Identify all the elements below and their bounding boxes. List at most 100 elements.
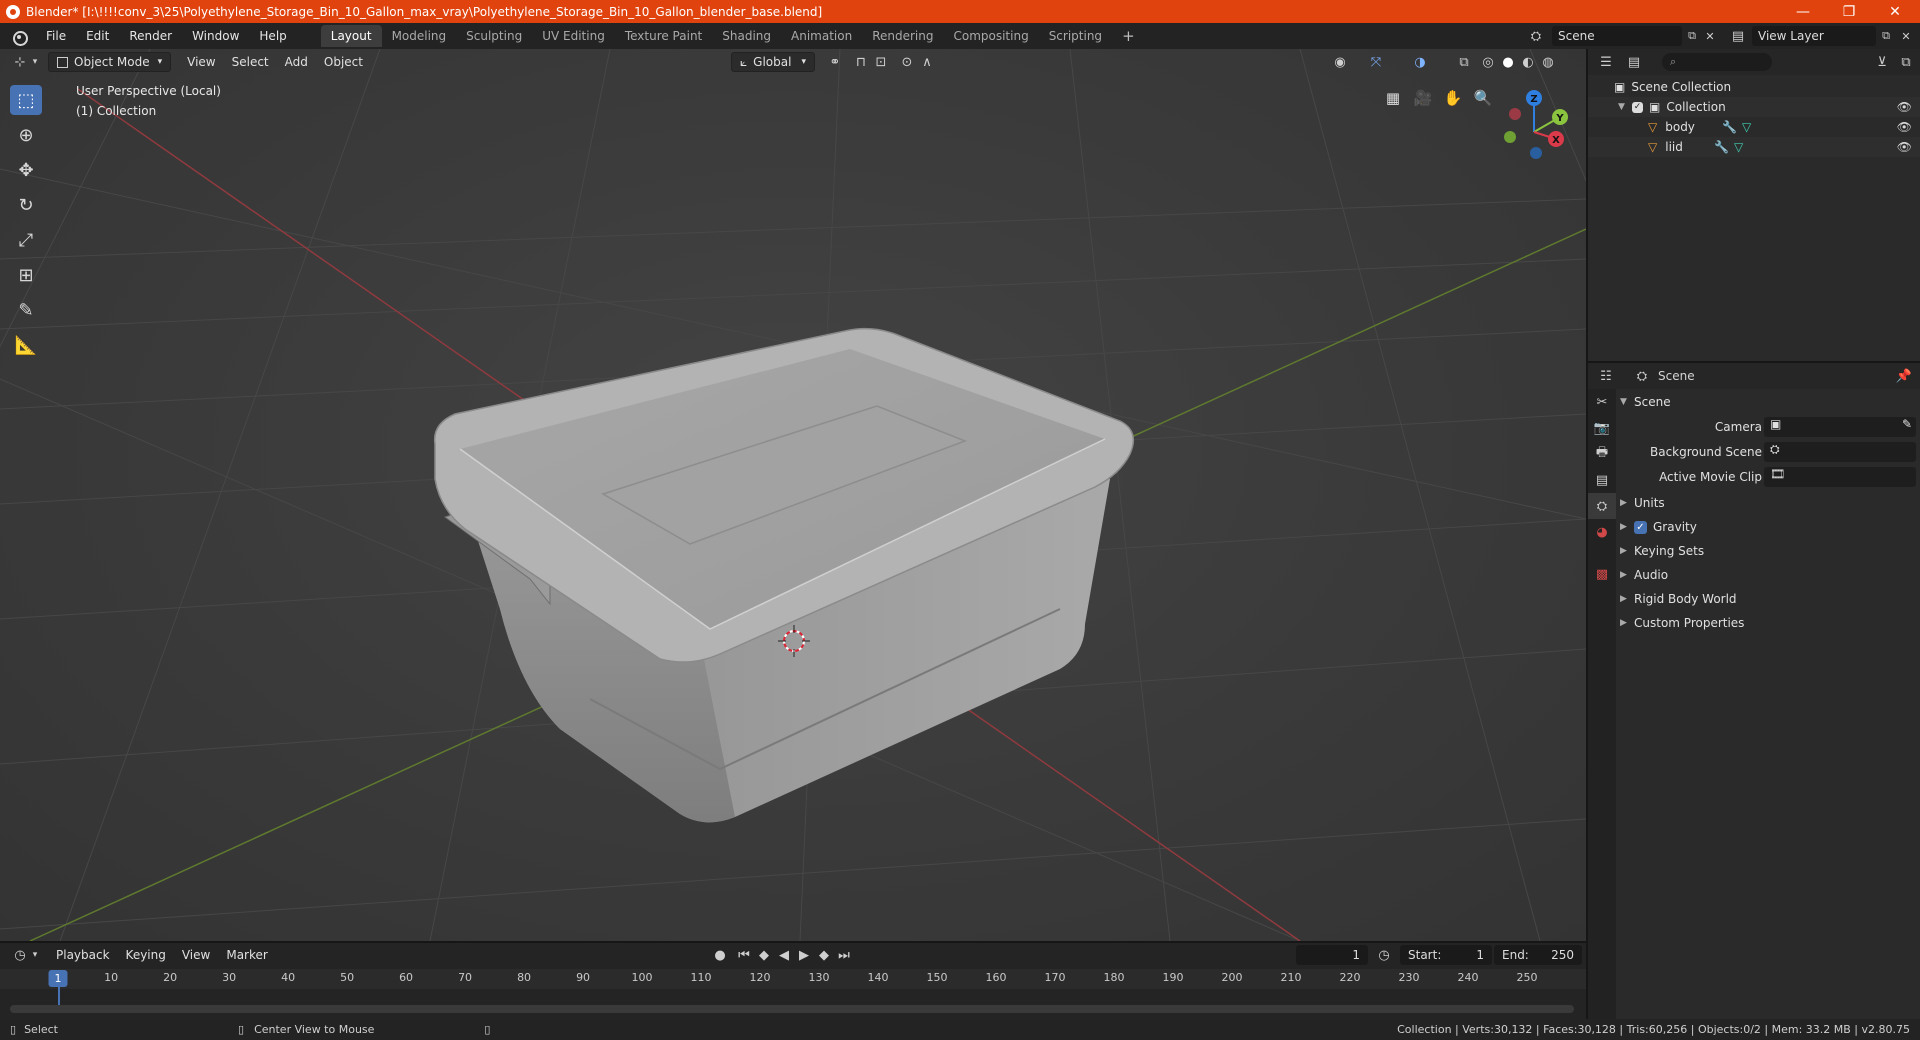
camera-icon[interactable]: 🎥 [1410, 85, 1436, 111]
xray-icon[interactable]: ⧉ [1454, 52, 1474, 72]
modifier-icon[interactable]: 🔧 [1714, 140, 1729, 154]
tab-render[interactable]: 📷 [1588, 415, 1616, 441]
jump-start-icon[interactable]: ⏮ [734, 945, 754, 965]
pivot-point-icon[interactable]: ⚭ [825, 52, 845, 72]
properties-editor-icon[interactable]: ☷ [1596, 366, 1616, 386]
eye-icon[interactable]: 👁 [1897, 140, 1912, 154]
add-workspace-button[interactable]: + [1112, 25, 1145, 47]
menu-edit[interactable]: Edit [76, 23, 119, 49]
tab-sculpting[interactable]: Sculpting [456, 25, 532, 47]
outliner-collection-row[interactable]: ▼ ✓ ▣ Collection 👁 [1588, 97, 1920, 117]
select-box-tool[interactable]: ⬚ [10, 85, 42, 115]
start-frame-field[interactable]: Start: 1 [1400, 945, 1492, 965]
new-view-layer-icon[interactable]: ⧉ [1876, 26, 1896, 46]
mesh-data-icon[interactable]: ▽ [1742, 120, 1751, 134]
scene-selector[interactable]: Scene [1552, 26, 1682, 46]
tab-output[interactable]: 🖶 [1588, 441, 1616, 467]
toggle-camera-view-icon[interactable]: ▦ [1380, 85, 1406, 111]
camera-field[interactable]: ▣ ✎ [1764, 417, 1916, 437]
eye-icon[interactable]: 👁 [1897, 120, 1912, 134]
active-movie-clip-field[interactable]: 🎞 [1764, 467, 1916, 487]
tab-texture-paint[interactable]: Texture Paint [615, 25, 712, 47]
wireframe-shading-icon[interactable]: ◎ [1478, 52, 1498, 72]
menu-object[interactable]: Object [316, 52, 371, 72]
pin-icon[interactable]: 📌 [1894, 366, 1914, 386]
exclude-checkbox[interactable]: ✓ [1632, 101, 1643, 113]
tab-tool[interactable]: ✂ [1588, 389, 1616, 415]
jump-end-icon[interactable]: ⏭ [834, 945, 854, 965]
play-icon[interactable]: ▶ [794, 945, 814, 965]
tab-view-layer[interactable]: ▤ [1588, 467, 1616, 493]
scene-panel-header[interactable]: ▼ Scene [1620, 391, 1918, 413]
next-keyframe-icon[interactable]: ◆ [814, 945, 834, 965]
units-panel-header[interactable]: ▶ Units [1620, 492, 1918, 514]
prev-keyframe-icon[interactable]: ◆ [754, 945, 774, 965]
menu-view[interactable]: View [179, 52, 223, 72]
frame-ruler[interactable]: 1 10 20 30 40 50 60 70 80 90 100 110 120 130 140 150 160… [0, 969, 1586, 1009]
annotate-tool[interactable]: ✎ [10, 295, 42, 325]
tab-compositing[interactable]: Compositing [943, 25, 1038, 47]
current-frame-field[interactable]: 1 [1296, 945, 1368, 965]
background-scene-field[interactable]: ⛭ [1764, 442, 1916, 462]
cursor-tool[interactable]: ⊕ [10, 120, 42, 150]
menu-keying[interactable]: Keying [118, 945, 174, 965]
tab-rendering[interactable]: Rendering [862, 25, 943, 47]
outliner-object-liid[interactable]: ▽ liid 🔧 ▽ 👁 [1588, 137, 1920, 157]
end-frame-field[interactable]: End: 250 [1494, 945, 1582, 965]
audio-panel-header[interactable]: ▶ Audio [1620, 564, 1918, 586]
close-button[interactable]: ✕ [1872, 0, 1918, 23]
modifier-icon[interactable]: 🔧 [1722, 120, 1737, 134]
tab-world[interactable]: ◕ [1588, 519, 1616, 545]
menu-select[interactable]: Select [224, 52, 277, 72]
gravity-checkbox[interactable]: ✓ [1634, 520, 1647, 534]
visibility-icon[interactable]: ◉ [1330, 52, 1350, 72]
eye-icon[interactable]: 👁 [1897, 100, 1912, 114]
falloff-icon[interactable]: ∧ [917, 52, 937, 72]
transform-tool[interactable]: ⊞ [10, 260, 42, 290]
tab-modeling[interactable]: Modeling [382, 25, 457, 47]
tab-texture[interactable]: ▩ [1588, 561, 1616, 587]
filter-icon[interactable]: ⊻ [1872, 52, 1892, 72]
tab-animation[interactable]: Animation [781, 25, 862, 47]
menu-file[interactable]: File [36, 23, 76, 49]
menu-render[interactable]: Render [119, 23, 182, 49]
solid-shading-icon[interactable]: ● [1498, 52, 1518, 72]
proportional-editing-icon[interactable]: ⊙ [897, 52, 917, 72]
measure-tool[interactable]: 📐 [10, 330, 42, 360]
keying-sets-panel-header[interactable]: ▶ Keying Sets [1620, 540, 1918, 562]
expand-arrow-icon[interactable]: ▼ [1618, 102, 1632, 112]
storage-bin-model[interactable] [433, 327, 1135, 823]
menu-add[interactable]: Add [277, 52, 316, 72]
new-scene-icon[interactable]: ⧉ [1682, 26, 1702, 46]
navigation-gizmo[interactable]: Z Y X [1504, 90, 1568, 159]
snap-icon[interactable]: ⊓ [851, 52, 871, 72]
view-layer-selector[interactable]: View Layer [1752, 26, 1876, 46]
tab-layout[interactable]: Layout [320, 25, 382, 47]
tab-scripting[interactable]: Scripting [1039, 25, 1112, 47]
snap-target-icon[interactable]: ⊡ [871, 52, 891, 72]
mode-selector[interactable]: Object Mode ▾ [48, 52, 172, 72]
mesh-data-icon[interactable]: ▽ [1734, 140, 1743, 154]
move-tool[interactable]: ✥ [10, 155, 42, 185]
tab-shading[interactable]: Shading [712, 25, 781, 47]
menu-window[interactable]: Window [182, 23, 249, 49]
outliner-editor-icon[interactable]: ☰ [1596, 52, 1616, 72]
tab-uv-editing[interactable]: UV Editing [532, 25, 615, 47]
maximize-button[interactable]: ❐ [1826, 0, 1872, 23]
gravity-panel-header[interactable]: ▶ ✓ Gravity [1620, 516, 1918, 538]
preview-range-icon[interactable]: ◷ [1374, 945, 1394, 965]
menu-help[interactable]: Help [249, 23, 296, 49]
menu-marker[interactable]: Marker [218, 945, 275, 965]
overlays-icon[interactable]: ◑ [1410, 52, 1430, 72]
remove-view-layer-icon[interactable]: ✕ [1896, 26, 1916, 46]
tab-scene[interactable]: ⛭ [1588, 493, 1616, 519]
current-frame-marker[interactable]: 1 [48, 970, 68, 987]
play-reverse-icon[interactable]: ◀ [774, 945, 794, 965]
new-collection-icon[interactable]: ⧉ [1896, 52, 1916, 72]
rotate-tool[interactable]: ↻ [10, 190, 42, 220]
rendered-shading-icon[interactable]: ◍ [1538, 52, 1558, 72]
material-shading-icon[interactable]: ◐ [1518, 52, 1538, 72]
outliner-object-body[interactable]: ▽ body 🔧 ▽ 👁 [1588, 117, 1920, 137]
menu-playback[interactable]: Playback [48, 945, 118, 965]
outliner-scene-collection[interactable]: ▣ Scene Collection [1588, 77, 1920, 97]
